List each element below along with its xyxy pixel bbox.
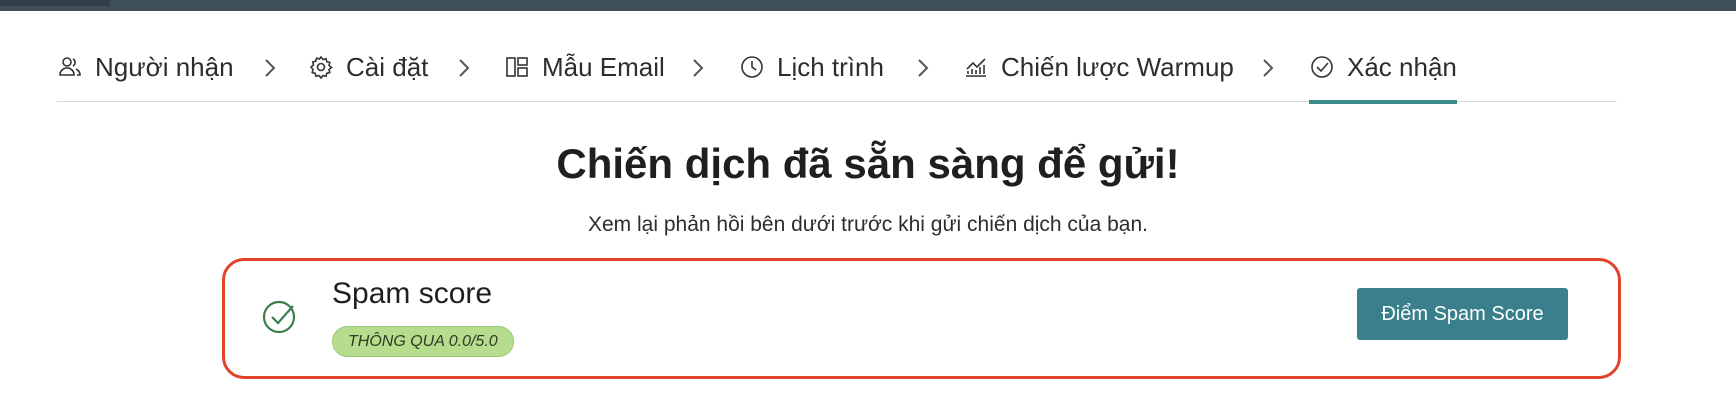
step-warmup-strategy[interactable]: Chiến lược Warmup [963,44,1234,102]
step-confirm[interactable]: Xác nhận [1309,44,1457,104]
step-recipients[interactable]: Người nhận [57,44,234,102]
step-schedule[interactable]: Lịch trình [739,44,884,102]
chart-up-icon [966,58,986,77]
check-circle-icon [262,300,296,334]
spam-score-button[interactable]: Điểm Spam Score [1357,288,1568,340]
chevron-right-icon [918,59,929,77]
gear-icon [309,55,333,80]
users-icon [59,57,81,76]
spam-score-card: Spam score THÔNG QUA 0.0/5.0 Điểm Spam S… [222,258,1621,379]
step-label: Lịch trình [777,51,884,82]
step-label: Xác nhận [1347,51,1457,82]
chevron-right-icon [265,59,276,77]
step-email-template[interactable]: Mẫu Email [504,44,665,102]
chevron-right-icon [459,59,470,77]
spam-score-title: Spam score [332,277,493,310]
layout-icon [506,57,528,77]
chevron-right-icon [1263,59,1274,77]
step-label: Mẫu Email [542,51,665,82]
clock-icon [741,56,763,78]
step-label: Người nhận [95,51,234,82]
check-circle-icon [1311,56,1333,78]
status-badge: THÔNG QUA 0.0/5.0 [332,326,514,357]
step-label: Chiến lược Warmup [1001,51,1234,82]
top-bar-segment [0,0,110,6]
page-subline: Xem lại phản hồi bên dưới trước khi gửi … [587,213,1149,236]
page-headline: Chiến dịch đã sẵn sàng để gửi! [556,140,1180,187]
campaign-stepper: Người nhận Cài đặt Mẫu Email Lịch trình … [57,44,1617,104]
chevron-right-icon [693,59,704,77]
step-settings[interactable]: Cài đặt [308,44,428,102]
top-bar [0,0,1736,11]
step-label: Cài đặt [346,51,429,82]
